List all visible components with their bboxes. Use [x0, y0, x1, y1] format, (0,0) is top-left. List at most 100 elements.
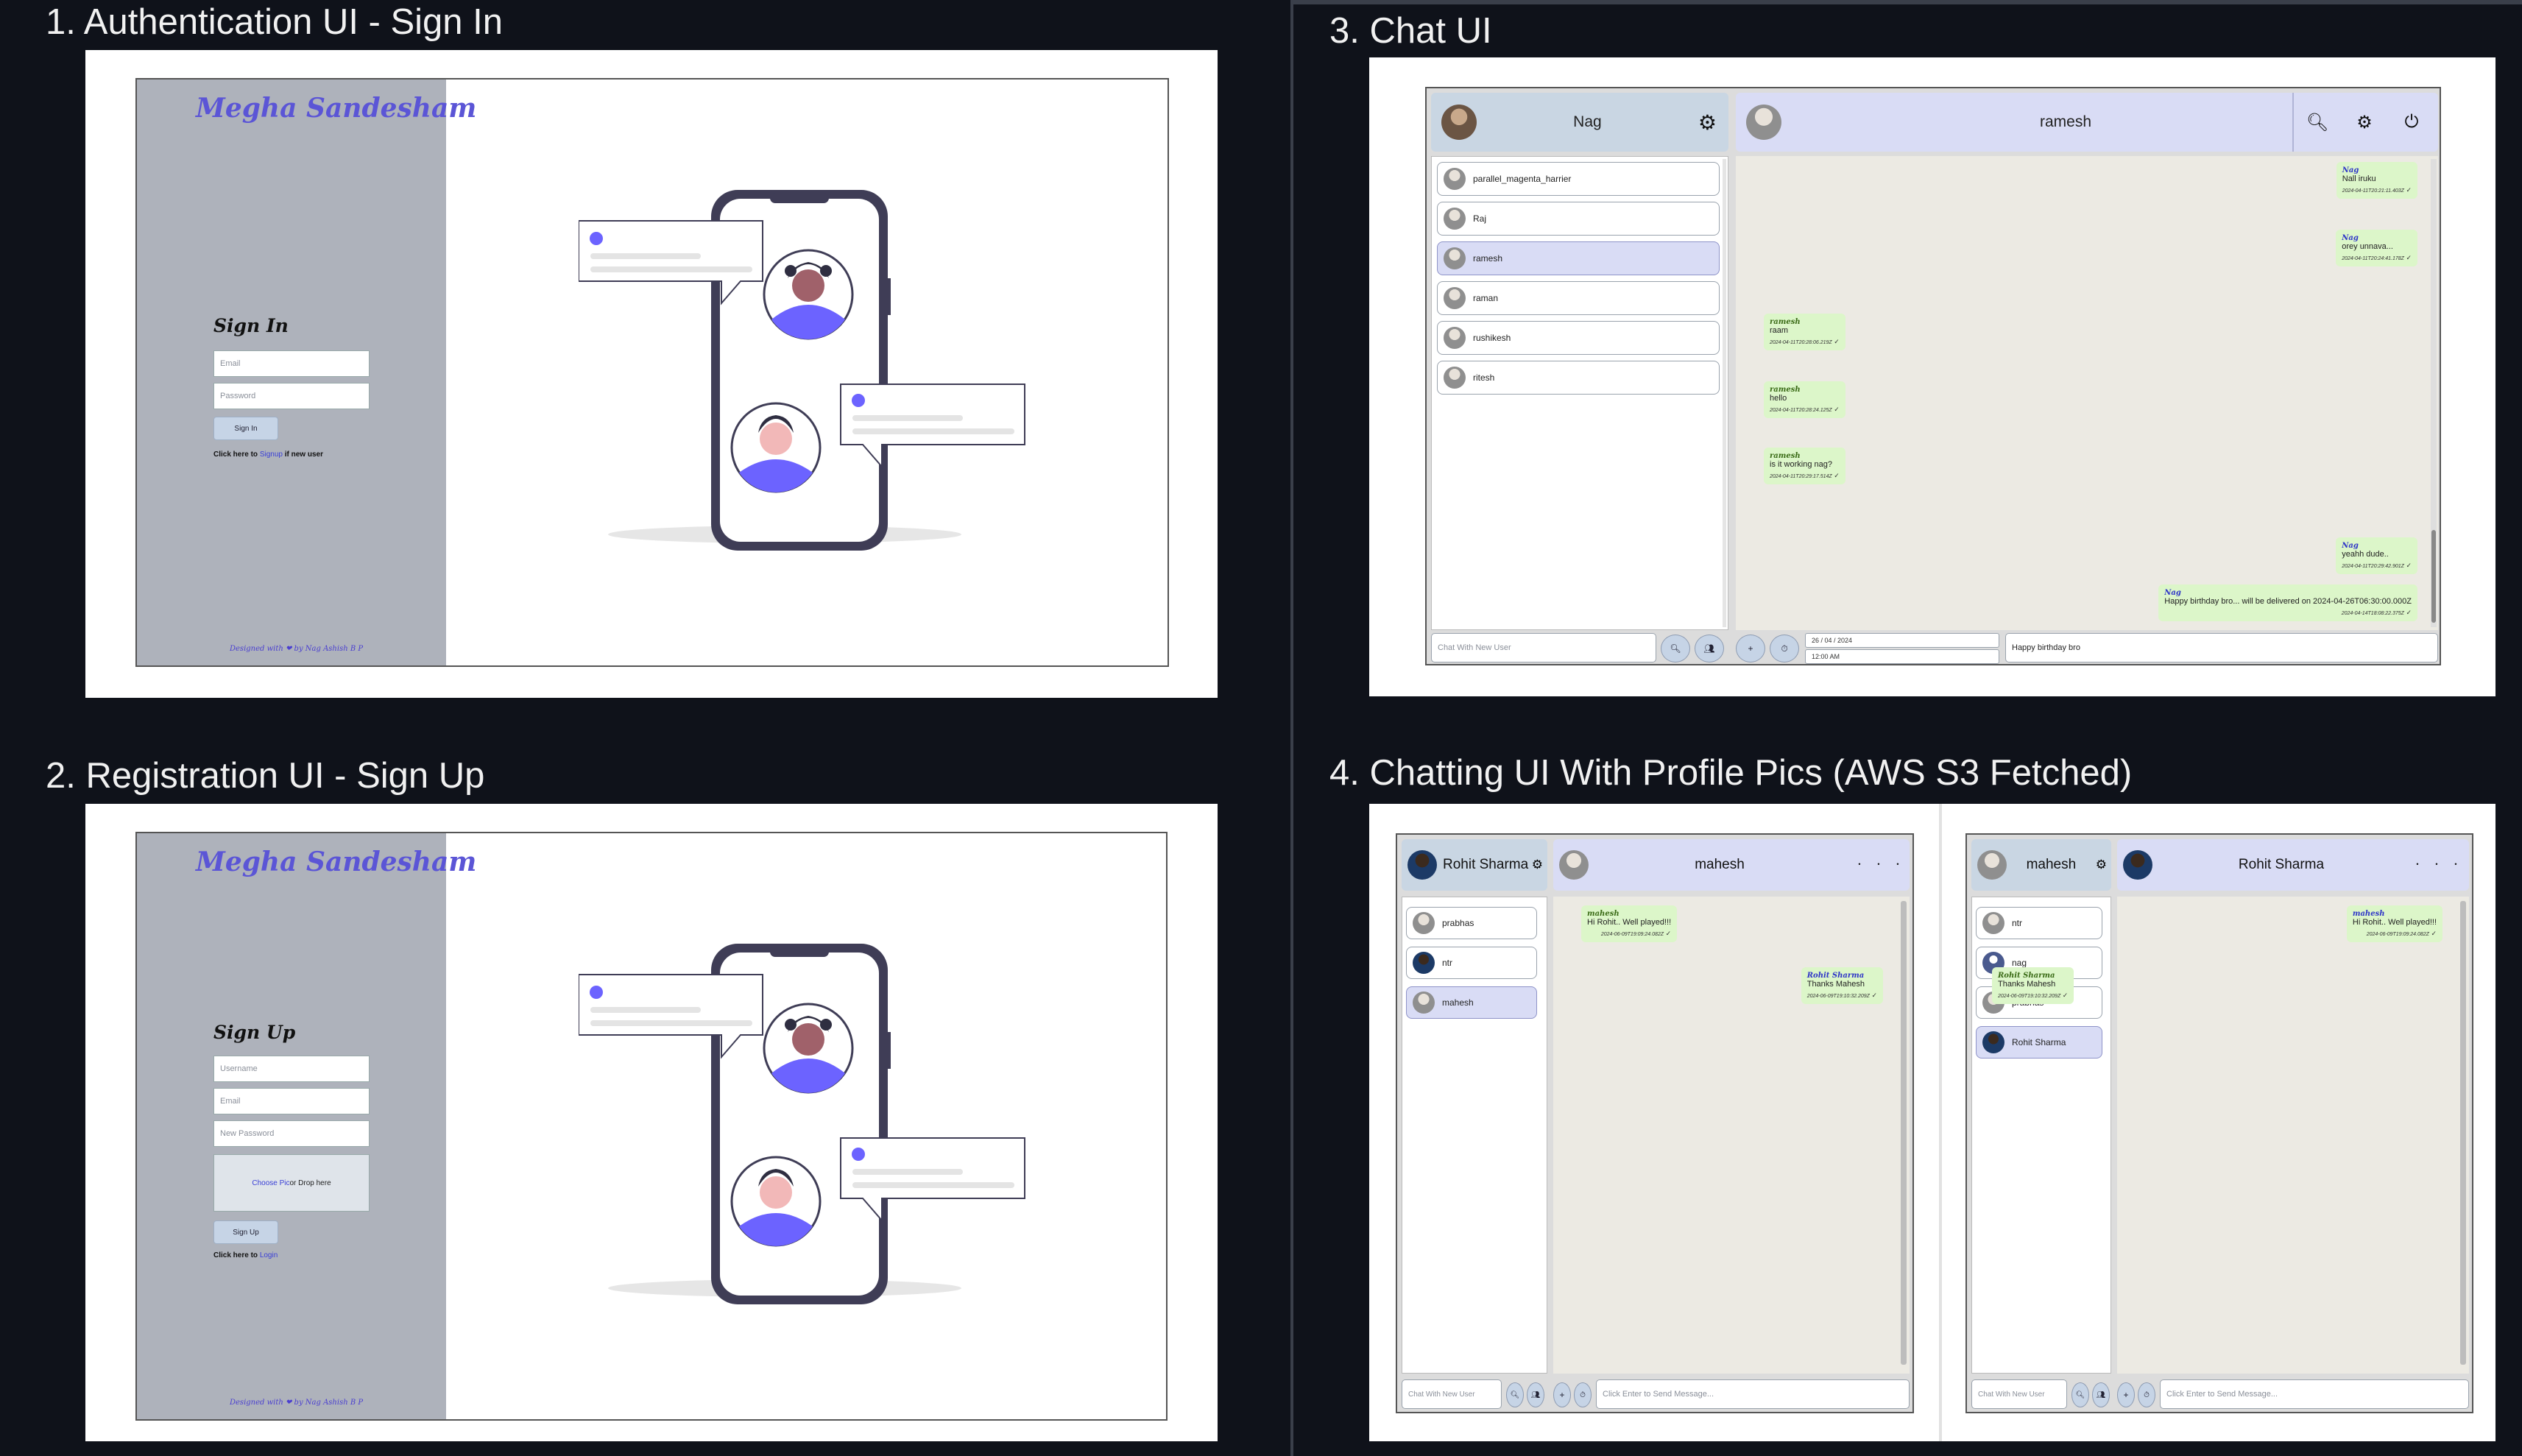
logout-icon[interactable]: • — [1890, 857, 1905, 872]
chat-screenshot: Nag ⚙ ramesh 🔍︎ ⚙ ⏻ Chat With New User 🔍… — [1369, 57, 2495, 696]
search-user-button[interactable]: 🔍︎ — [1506, 1382, 1524, 1407]
schedule-message-button[interactable]: ⏱ — [1770, 635, 1799, 662]
delivered-check-icon: ✓ — [2403, 254, 2412, 261]
partner-avatar[interactable] — [1746, 105, 1781, 140]
partner-avatar[interactable] — [2123, 850, 2152, 880]
signup-button[interactable]: Sign Up — [213, 1220, 278, 1244]
settings-gear-icon[interactable]: ⚙ — [1698, 110, 1717, 135]
schedule-date-input[interactable]: 26 / 04 / 2024 — [1805, 633, 1999, 648]
new-group-button[interactable]: 👥︎ — [1527, 1382, 1544, 1407]
delivered-check-icon: ✓ — [2403, 562, 2412, 569]
search-icon[interactable]: • — [1852, 857, 1867, 872]
settings-icon[interactable]: • — [2429, 857, 2444, 872]
message-time-value: 2024-04-11T20:28:24.125Z — [1770, 408, 1832, 413]
schedule-message-button[interactable]: ⏱ — [1574, 1382, 1592, 1407]
signup-link[interactable]: Signup — [260, 450, 283, 459]
new-user-input[interactable]: Chat With New User — [1971, 1379, 2067, 1409]
search-icon[interactable]: • — [2410, 857, 2425, 872]
message-input[interactable]: Click Enter to Send Message... — [2160, 1379, 2469, 1409]
contact-item[interactable]: ramesh — [1437, 241, 1720, 275]
signin-screenshot: Megha Sandesham Sign In Email Password S… — [85, 50, 1218, 698]
my-avatar[interactable] — [1977, 850, 2007, 880]
settings-gear-icon[interactable]: ⚙ — [2096, 858, 2107, 872]
signup-screenshot: Megha Sandesham Sign Up Username Email N… — [85, 804, 1218, 1441]
contact-item[interactable]: mahesh — [1406, 986, 1537, 1019]
divider — [1290, 0, 1293, 1456]
message-sender: ramesh — [1770, 452, 1801, 460]
email-field[interactable]: Email — [213, 350, 370, 377]
contact-avatar — [1444, 367, 1466, 389]
logout-power-icon[interactable]: ⏻ — [2397, 107, 2426, 137]
contact-item[interactable]: raman — [1437, 281, 1720, 315]
message-text: Happy birthday bro... will be delivered … — [2164, 597, 2412, 606]
message-input[interactable]: Happy birthday bro — [2005, 633, 2438, 662]
message-scrollbar-thumb[interactable] — [2431, 530, 2436, 623]
drop-text: or Drop here — [289, 1178, 331, 1187]
email-field[interactable]: Email — [213, 1088, 370, 1114]
contact-item[interactable]: Raj — [1437, 202, 1720, 236]
choose-pic-link[interactable]: Choose Pic — [252, 1179, 289, 1187]
message-bubble: Nag Happy birthday bro... will be deliver… — [2158, 584, 2417, 621]
signin-button[interactable]: Sign In — [213, 417, 278, 440]
settings-icon[interactable]: • — [1871, 857, 1886, 872]
contact-item[interactable]: Rohit Sharma — [1976, 1026, 2102, 1059]
search-icon[interactable]: 🔍︎ — [2303, 107, 2332, 137]
schedule-message-button[interactable]: ⏱ — [2138, 1382, 2155, 1407]
new-password-field[interactable]: New Password — [213, 1120, 370, 1147]
message-scrollbar-thumb[interactable] — [1901, 901, 1907, 1365]
message-sender: Nag — [2342, 542, 2359, 550]
my-username: Nag — [1573, 113, 1602, 130]
my-avatar[interactable] — [1441, 105, 1477, 140]
new-user-input[interactable]: Chat With New User — [1431, 633, 1656, 662]
contact-item[interactable]: rushikesh — [1437, 321, 1720, 355]
message-input[interactable]: Click Enter to Send Message... — [1596, 1379, 1910, 1409]
message-timestamp: 2024-04-11T20:21:11.403Z ✓ — [2342, 186, 2412, 194]
message-bubble: ramesh is it working nag? 2024-04-11T20:29… — [1764, 448, 1845, 484]
search-user-button[interactable]: 🔍︎ — [1661, 635, 1690, 662]
brand-logo: Megha Sandesham — [196, 847, 477, 877]
profile-pic-dropzone[interactable]: Choose Pic or Drop here — [213, 1154, 370, 1212]
schedule-time-select[interactable]: 12:00 AM — [1805, 649, 1999, 664]
search-user-button[interactable]: 🔍︎ — [2071, 1382, 2089, 1407]
message-timestamp: 2024-06-09T19:10:32.209Z ✓ — [1998, 992, 2068, 1000]
signup-sidebar: Megha Sandesham Sign Up Username Email N… — [137, 833, 476, 1419]
footer-credit: Designed with ❤ by Nag Ashish B P — [230, 1399, 364, 1407]
delivered-check-icon: ✓ — [2060, 992, 2069, 999]
settings-gear-icon[interactable]: ⚙ — [1532, 858, 1543, 872]
contact-scrollbar[interactable] — [1723, 159, 1726, 627]
message-time-value: 2024-06-09T19:10:32.209Z — [1998, 994, 2061, 999]
rohit-chat-window: Rohit Sharma ⚙ mahesh • • • Chat With Ne… — [1396, 833, 1914, 1413]
add-attachment-button[interactable]: + — [1736, 635, 1765, 662]
message-timestamp: 2024-04-11T20:29:17.514Z ✓ — [1770, 472, 1840, 480]
new-user-input[interactable]: Chat With New User — [1402, 1379, 1502, 1409]
delivered-check-icon: ✓ — [1832, 338, 1840, 345]
partner-avatar[interactable] — [1559, 850, 1589, 880]
add-attachment-button[interactable]: + — [1553, 1382, 1571, 1407]
my-avatar[interactable] — [1407, 850, 1437, 880]
message-text: Hi Rohit.. Well played!!! — [2352, 918, 2437, 927]
message-time-value: 2024-04-11T20:24:41.178Z — [2342, 256, 2404, 261]
contact-avatar — [1413, 952, 1435, 974]
message-sender: Rohit Sharma — [1998, 972, 2055, 980]
contact-item[interactable]: ntr — [1406, 947, 1537, 979]
message-sender: mahesh — [1587, 910, 1619, 918]
add-attachment-button[interactable]: + — [2117, 1382, 2135, 1407]
contact-item[interactable]: ntr — [1976, 907, 2102, 939]
message-time-value: 2024-06-09T19:09:24.082Z — [1600, 932, 1664, 937]
contact-name: ntr — [1442, 958, 1453, 968]
contact-item[interactable]: prabhas — [1406, 907, 1537, 939]
contact-item[interactable]: ritesh — [1437, 361, 1720, 395]
login-link[interactable]: Login — [260, 1251, 278, 1259]
delivered-check-icon: ✓ — [1832, 406, 1840, 413]
new-group-button[interactable]: 👥︎ — [2092, 1382, 2110, 1407]
contact-name: nag — [2012, 958, 2027, 968]
message-bubble: Rohit Sharma Thanks Mahesh 2024-06-09T19:1… — [1801, 967, 1883, 1004]
profile-panel-divider — [1939, 804, 1942, 1441]
chat-settings-gear-icon[interactable]: ⚙ — [2350, 107, 2379, 137]
new-group-button[interactable]: 👥︎ — [1695, 635, 1724, 662]
password-field[interactable]: Password — [213, 383, 370, 409]
logout-icon[interactable]: • — [2448, 857, 2463, 872]
username-field[interactable]: Username — [213, 1056, 370, 1082]
contact-item[interactable]: parallel_magenta_harrier — [1437, 162, 1720, 196]
message-scrollbar-thumb[interactable] — [2460, 901, 2466, 1365]
